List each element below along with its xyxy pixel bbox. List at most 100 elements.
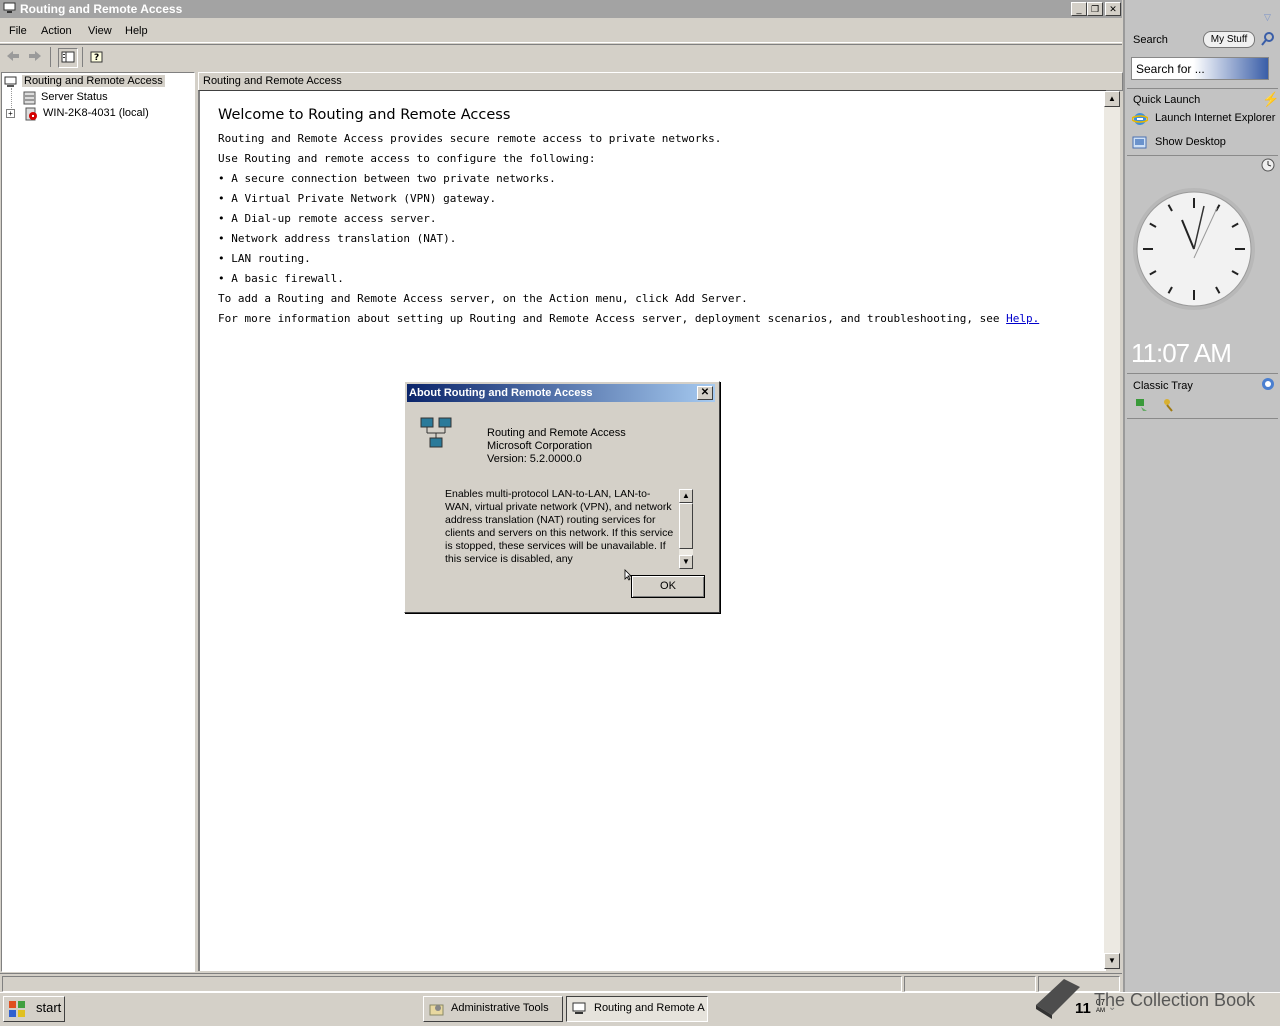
- menu-file[interactable]: File: [9, 25, 27, 37]
- svg-text:?: ?: [94, 53, 99, 63]
- search-input[interactable]: Search for ...: [1131, 57, 1269, 80]
- toolbar-separator: [82, 47, 83, 67]
- bullet-item: • A basic firewall.: [218, 272, 344, 285]
- more-info-text: For more information about setting up Ro…: [218, 312, 1007, 325]
- forward-arrow-icon[interactable]: [26, 48, 44, 66]
- description-text: Enables multi-protocol LAN-to-LAN, LAN-t…: [445, 488, 674, 565]
- console-tree: Routing and Remote Access Server Status …: [1, 72, 195, 972]
- use-text: Use Routing and remote access to configu…: [218, 152, 596, 165]
- version-text: Version: 5.2.0000.0: [487, 453, 582, 465]
- taskbar: start Administrative Tools Routing and R…: [0, 979, 1280, 1025]
- launch-ie-item[interactable]: Launch Internet Explorer: [1132, 111, 1280, 127]
- search-label: Search: [1133, 34, 1168, 46]
- title-bar[interactable]: Routing and Remote Access _ ❐ ✕: [0, 0, 1122, 18]
- show-desktop-label: Show Desktop: [1155, 136, 1226, 148]
- divider: [1127, 155, 1278, 156]
- status-bar: [0, 973, 1122, 992]
- status-panel: [904, 976, 1036, 992]
- close-button[interactable]: ✕: [1105, 2, 1121, 16]
- divider: [1127, 418, 1278, 419]
- expand-icon[interactable]: +: [6, 109, 15, 118]
- task-label: Administrative Tools: [451, 1002, 549, 1014]
- menu-help[interactable]: Help: [125, 25, 148, 37]
- scroll-down-button[interactable]: ▼: [679, 555, 693, 569]
- launch-ie-label: Launch Internet Explorer: [1155, 112, 1276, 124]
- app-icon: [3, 2, 16, 14]
- network-tray-icon[interactable]: [1133, 397, 1149, 416]
- my-stuff-button[interactable]: My Stuff: [1203, 31, 1255, 48]
- restore-button[interactable]: ❐: [1087, 2, 1103, 16]
- bullet-item: • Network address translation (NAT).: [218, 232, 457, 245]
- bullet-item: • A secure connection between two privat…: [218, 172, 556, 185]
- digital-clock: 11:07 AM: [1131, 338, 1232, 368]
- internet-explorer-icon: [1132, 111, 1149, 127]
- description-scrollbar[interactable]: ▲ ▼: [679, 489, 693, 569]
- welcome-title: Welcome to Routing and Remote Access: [218, 107, 511, 123]
- windows-logo-icon: [8, 1000, 26, 1021]
- intro-text: Routing and Remote Access provides secur…: [218, 132, 722, 145]
- classic-tray-label: Classic Tray: [1133, 380, 1193, 392]
- start-label: start: [36, 1000, 62, 1015]
- scroll-down-button[interactable]: ▼: [1104, 953, 1120, 969]
- divider: [1127, 373, 1278, 374]
- minimize-button[interactable]: _: [1071, 2, 1087, 16]
- mouse-cursor-icon: [624, 569, 634, 584]
- scroll-thumb[interactable]: [679, 503, 693, 549]
- keys-tray-icon[interactable]: [1161, 397, 1177, 416]
- scroll-up-button[interactable]: ▲: [679, 489, 693, 503]
- dialog-close-button[interactable]: ✕: [697, 386, 713, 400]
- menu-bar: File Action View Help: [0, 22, 1122, 43]
- bullet-item: • LAN routing.: [218, 252, 311, 265]
- bullet-item: • A Dial-up remote access server.: [218, 212, 437, 225]
- content-scrollbar[interactable]: ▲ ▼: [1104, 91, 1120, 969]
- dialog-title: About Routing and Remote Access: [409, 387, 593, 399]
- help-icon[interactable]: ?: [88, 48, 106, 66]
- admin-tools-icon: [429, 1001, 445, 1020]
- tree-root-label: Routing and Remote Access: [22, 75, 165, 87]
- search-icon[interactable]: [1261, 32, 1275, 49]
- task-routing-remote-access[interactable]: Routing and Remote A: [566, 996, 708, 1022]
- lightning-icon[interactable]: ⚡: [1262, 91, 1279, 108]
- tray-settings-icon[interactable]: [1261, 377, 1275, 394]
- server-status-icon: [22, 91, 38, 108]
- divider: [1127, 88, 1278, 89]
- toolbar: ?: [0, 44, 1122, 69]
- show-desktop-icon: [1132, 135, 1148, 154]
- menu-action[interactable]: Action: [41, 25, 72, 37]
- dialog-title-bar[interactable]: About Routing and Remote Access ✕: [407, 384, 715, 402]
- company-name: Microsoft Corporation: [487, 440, 593, 452]
- show-hide-tree-icon[interactable]: [58, 48, 78, 68]
- status-panel: [2, 976, 902, 992]
- toolbar-separator: [50, 47, 51, 67]
- tree-item-label: WIN-2K8-4031 (local): [43, 107, 149, 119]
- product-info: Routing and Remote Access Microsoft Corp…: [487, 427, 626, 466]
- about-dialog: About Routing and Remote Access ✕ Routin…: [404, 381, 720, 613]
- ok-button[interactable]: OK: [631, 575, 705, 598]
- search-placeholder: Search for ...: [1136, 62, 1205, 76]
- watermark-text: The Collection Book: [1094, 990, 1256, 1010]
- server-down-icon: [24, 107, 38, 124]
- bullet-item: • A Virtual Private Network (VPN) gatewa…: [218, 192, 497, 205]
- collapse-arrow-icon[interactable]: ▽: [1264, 12, 1271, 23]
- clock-settings-icon[interactable]: [1261, 158, 1275, 175]
- content-header: Routing and Remote Access: [198, 72, 1123, 91]
- windows-sidebar: ▽ Search My Stuff Search for ... Quick L…: [1123, 0, 1280, 992]
- help-link[interactable]: Help.: [1006, 312, 1039, 325]
- more-info-line: For more information about setting up Ro…: [218, 312, 1039, 325]
- window-title: Routing and Remote Access: [20, 2, 183, 16]
- tree-item-label: Server Status: [41, 91, 108, 103]
- analog-clock: [1131, 186, 1257, 312]
- start-button[interactable]: start: [3, 996, 65, 1022]
- product-name: Routing and Remote Access: [487, 427, 626, 439]
- rras-task-icon: [572, 1001, 588, 1020]
- show-desktop-item[interactable]: Show Desktop: [1132, 135, 1280, 151]
- scroll-up-button[interactable]: ▲: [1104, 91, 1120, 107]
- content-header-label: Routing and Remote Access: [203, 75, 342, 87]
- quick-launch-label: Quick Launch: [1133, 94, 1201, 106]
- tray-clock-hour: 11: [1075, 1000, 1091, 1017]
- menu-view[interactable]: View: [88, 25, 112, 37]
- back-arrow-icon[interactable]: [4, 48, 22, 66]
- network-computers-icon: [419, 416, 455, 453]
- task-administrative-tools[interactable]: Administrative Tools: [423, 996, 563, 1022]
- task-label: Routing and Remote A: [594, 1002, 705, 1014]
